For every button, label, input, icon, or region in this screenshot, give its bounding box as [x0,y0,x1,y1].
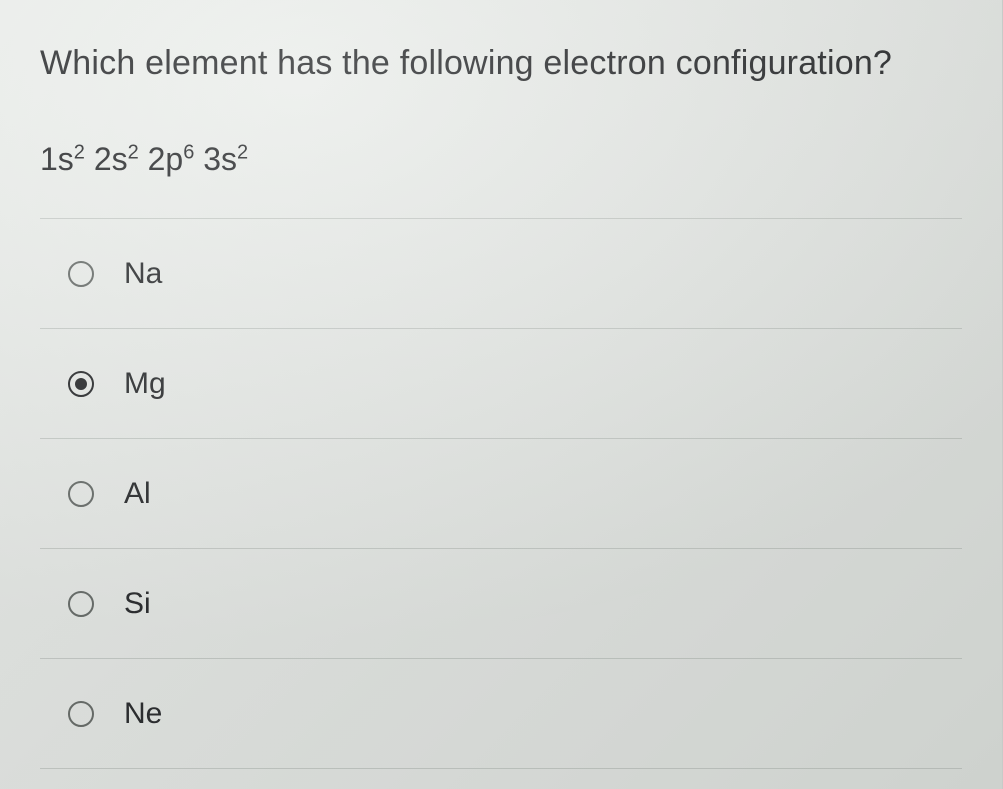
config-term: 3s2 [203,141,248,177]
question-prompt: Which element has the following electron… [40,44,962,83]
option-na[interactable]: Na [40,219,962,329]
option-label: Na [124,257,162,291]
option-mg[interactable]: Mg [40,329,962,439]
options-list: Na Mg Al Si Ne [40,218,962,769]
config-term: 2s2 [94,141,139,177]
option-si[interactable]: Si [40,549,962,659]
radio-icon [68,261,94,287]
radio-icon [68,701,94,727]
option-label: Al [124,477,151,511]
option-label: Si [124,587,151,621]
option-ne[interactable]: Ne [40,659,962,769]
radio-icon [68,371,94,397]
option-label: Mg [124,367,166,401]
radio-icon [68,481,94,507]
config-term: 1s2 [40,141,85,177]
option-label: Ne [124,697,162,731]
option-al[interactable]: Al [40,439,962,549]
radio-icon [68,591,94,617]
config-term: 2p6 [148,141,195,177]
quiz-card: Which element has the following electron… [0,0,1003,789]
electron-configuration: 1s2 2s2 2p6 3s2 [40,141,962,178]
